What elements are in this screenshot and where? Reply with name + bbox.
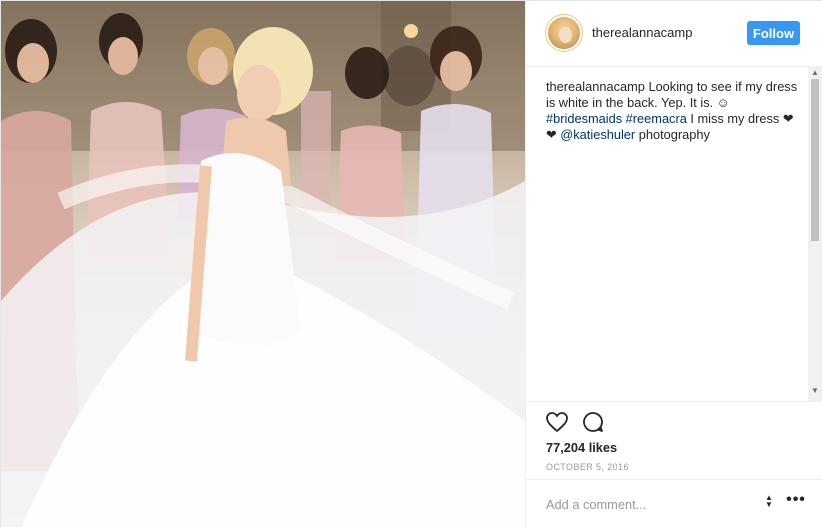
caption-text-2: I miss my dress xyxy=(686,111,783,126)
caption-area: therealannacamp Looking to see if my dre… xyxy=(546,79,804,399)
comment-icon[interactable] xyxy=(580,410,606,436)
avatar-face xyxy=(559,27,572,43)
hashtag-bridesmaids[interactable]: #bridesmaids xyxy=(546,111,622,126)
wedding-photo-illustration xyxy=(1,1,525,527)
caption-text-3: photography xyxy=(635,127,710,142)
post-side-panel: therealannacamp Follow therealannacamp L… xyxy=(525,1,822,527)
caption-username[interactable]: therealannacamp xyxy=(546,79,645,94)
heart-emoji-1: ❤ xyxy=(782,111,794,126)
comment-composer: ▲▼ ••• xyxy=(526,479,822,527)
heart-icon[interactable] xyxy=(544,410,570,436)
add-comment-input[interactable] xyxy=(546,494,756,514)
comments-scrollbar[interactable]: ▲ ▼ xyxy=(808,67,822,401)
mention-katieshuler[interactable]: @katieshuler xyxy=(560,127,635,142)
smile-emoji: ☺ xyxy=(716,95,730,110)
header-username[interactable]: therealannacamp xyxy=(592,25,692,40)
post-header: therealannacamp Follow xyxy=(526,1,822,67)
hashtag-reemacra[interactable]: #reemacra xyxy=(626,111,687,126)
likes-count[interactable]: 77,204 likes xyxy=(546,440,617,455)
post-date: OCTOBER 5, 2016 xyxy=(546,462,629,472)
heart-emoji-2: ❤ xyxy=(546,127,557,142)
follow-button[interactable]: Follow xyxy=(747,21,800,45)
more-options-button[interactable]: ••• xyxy=(786,492,806,512)
scroll-down-arrow-icon[interactable]: ▼ xyxy=(811,387,819,395)
post-actions: 77,204 likes OCTOBER 5, 2016 xyxy=(526,401,822,472)
avatar[interactable] xyxy=(546,15,582,51)
scrollbar-thumb[interactable] xyxy=(811,79,819,241)
instagram-post: therealannacamp Follow therealannacamp L… xyxy=(0,0,822,527)
post-photo[interactable] xyxy=(1,1,525,527)
scroll-up-arrow-icon[interactable]: ▲ xyxy=(811,69,819,77)
resize-stepper-icon[interactable]: ▲ ▼ xyxy=(762,494,776,512)
